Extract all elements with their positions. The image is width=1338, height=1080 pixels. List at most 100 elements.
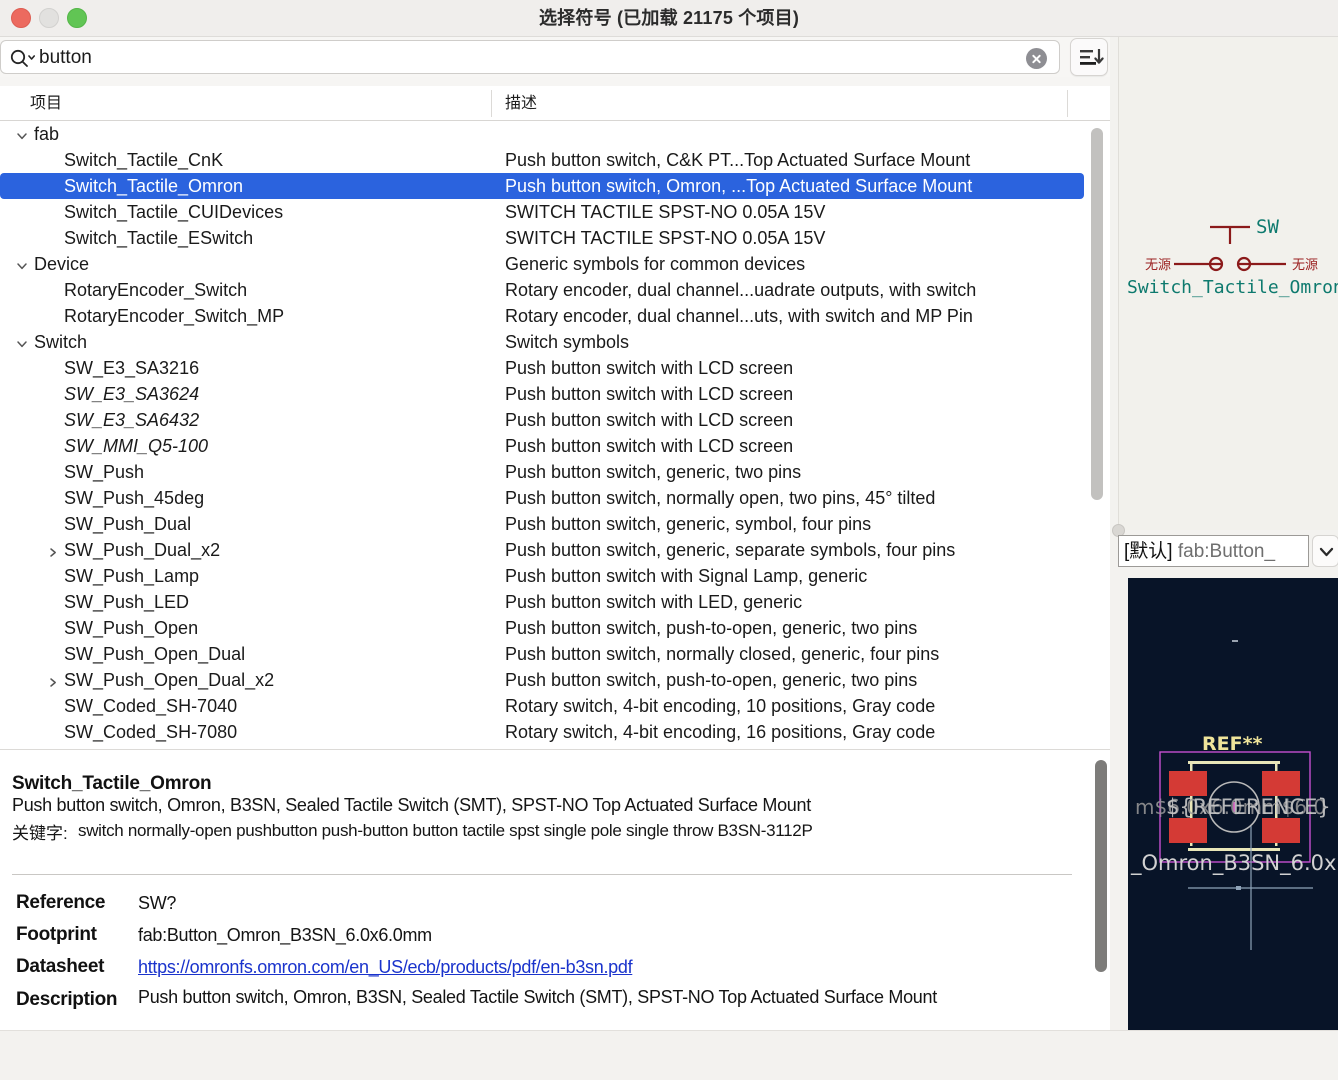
symbol-name: Switch_Tactile_CnK — [64, 150, 224, 170]
table-row[interactable]: SW_E3_SA3216 Push button switch with LCD … — [0, 355, 1084, 381]
detail-field-row: Footprint fab:Button_Omron_B3SN_6.0x6.0mm — [0, 919, 1084, 951]
symbol-name: SW_E3_SA6432 — [64, 410, 200, 430]
sort-descending-icon — [1071, 49, 1109, 81]
footprint-selector-value[interactable]: [默认] fab:Button_ — [1118, 535, 1309, 567]
footprint-selector[interactable]: [默认] fab:Button_ — [1118, 535, 1338, 569]
chevron-right-icon[interactable] — [48, 545, 58, 557]
symbol-description: Switch symbols — [505, 332, 630, 352]
table-row[interactable]: SW_Push_Open_Dual Push button switch, nor… — [0, 641, 1084, 667]
symbol-description: Push button switch, generic, separate sy… — [505, 540, 956, 560]
symbol-description: Rotary encoder, dual channel...uts, with… — [505, 306, 973, 326]
symbol-name: Switch_Tactile_CUIDevices — [64, 202, 284, 222]
detail-title: Switch_Tactile_Omron — [12, 773, 212, 794]
symbol-description: Push button switch, normally closed, gen… — [505, 644, 940, 664]
chevron-down-icon[interactable] — [16, 129, 28, 141]
symbol-description: Push button switch with LCD screen — [505, 384, 794, 404]
detail-field-value: Push button switch, Omron, B3SN, Sealed … — [138, 987, 937, 1007]
search-row: button — [0, 37, 1110, 77]
symbol-description: Push button switch, generic, symbol, fou… — [505, 514, 872, 534]
table-row[interactable]: Switch_Tactile_CUIDevices SWITCH TACTILE … — [0, 199, 1084, 225]
symbol-name: Device — [34, 254, 90, 274]
symbol-details-panel: Switch_Tactile_Omron Push button switch,… — [0, 749, 1110, 1030]
table-row[interactable]: SW_Push_LED Push button switch with LED, … — [0, 589, 1084, 615]
symbol-tree[interactable]: fab Switch_Tactile_CnK Push button switch,… — [0, 121, 1110, 749]
svg-text:_Omron_B3SN_6.0x: _Omron_B3SN_6.0x — [1130, 851, 1336, 876]
detail-field-label: Reference — [16, 892, 106, 913]
column-header-item[interactable]: 项目 — [30, 86, 62, 121]
search-input[interactable]: button — [0, 40, 1060, 74]
chevron-down-icon[interactable] — [16, 337, 28, 349]
symbol-description: Push button switch with LCD screen — [505, 358, 794, 378]
window-title: 选择符号 (已加载 21175 个项目) — [538, 8, 800, 28]
symbol-description: Push button switch with LED, generic — [505, 592, 803, 612]
table-row[interactable]: fab — [0, 121, 1084, 147]
detail-field-row: Description Push button switch, Omron, B3… — [0, 984, 1084, 1016]
table-row[interactable]: Switch_Tactile_Omron Push button switch, … — [0, 173, 1084, 199]
table-row[interactable]: SW_E3_SA3624 Push button switch with LCD … — [0, 381, 1084, 407]
symbol-name: Switch_Tactile_Omron — [64, 176, 244, 196]
footprint-selector-name: fab:Button_ — [1177, 541, 1276, 562]
detail-field-label: Description — [16, 989, 118, 1010]
chevron-right-icon[interactable] — [48, 675, 58, 687]
table-row[interactable]: SW_Push_45deg Push button switch, normall… — [0, 485, 1084, 511]
symbol-description: Push button switch, C&K PT...Top Actuate… — [505, 150, 971, 170]
column-header-description[interactable]: 描述 — [505, 86, 537, 121]
clear-icon[interactable] — [1026, 48, 1047, 69]
table-row[interactable]: SW_Push_Lamp Push button switch with Sign… — [0, 563, 1084, 589]
column-divider[interactable] — [491, 90, 492, 117]
detail-field-row: Datasheet https://omronfs.omron.com/en_US… — [0, 951, 1084, 983]
sort-button[interactable] — [1070, 38, 1108, 76]
search-icon — [9, 48, 35, 68]
table-row[interactable]: SW_Push_Open Push button switch, push-to-… — [0, 615, 1084, 641]
table-row[interactable]: SW_Coded_SH-7040 Rotary switch, 4-bit enc… — [0, 693, 1084, 719]
svg-text:${REFERENCE}: ${REFERENCE} — [1166, 795, 1331, 819]
detail-field-row: Reference SW? — [0, 887, 1084, 919]
svg-text:SW: SW — [1256, 216, 1279, 238]
symbol-description: Rotary switch, 4-bit encoding, 10 positi… — [505, 696, 936, 716]
svg-text:Switch_Tactile_Omron: Switch_Tactile_Omron — [1127, 277, 1338, 298]
tree-scrollbar-thumb[interactable] — [1091, 128, 1103, 500]
table-row[interactable]: RotaryEncoder_Switch_MP Rotary encoder, d… — [0, 303, 1084, 329]
table-row[interactable]: Device Generic symbols for common devices — [0, 251, 1084, 277]
symbol-name: SW_Push_LED — [64, 592, 190, 612]
symbol-name: SW_Coded_SH-7080 — [64, 722, 238, 742]
detail-subtitle: Push button switch, Omron, B3SN, Sealed … — [12, 795, 811, 815]
symbol-name: SW_E3_SA3216 — [64, 358, 200, 378]
column-divider[interactable] — [1067, 90, 1068, 117]
symbol-name: RotaryEncoder_Switch_MP — [64, 306, 285, 326]
symbol-description: Push button switch, Omron, ...Top Actuat… — [505, 176, 973, 196]
footprint-preview[interactable]: REF** m$6.0x6.0mm$6.0 ${REFERENCE} _Omro… — [1128, 578, 1338, 1030]
table-row[interactable]: SW_MMI_Q5-100 Push button switch with LCD… — [0, 433, 1084, 459]
symbol-chooser-dialog: 选择符号 (已加载 21175 个项目) button 项目 描述 fab Sw… — [0, 0, 1338, 1080]
table-row[interactable]: SW_Push_Dual_x2 Push button switch, gener… — [0, 537, 1084, 563]
chevron-down-icon[interactable] — [1312, 535, 1338, 567]
footprint-selector-prefix: [默认] — [1124, 541, 1173, 562]
table-row[interactable]: Switch Switch symbols — [0, 329, 1084, 355]
detail-scrollbar-thumb[interactable] — [1095, 760, 1107, 972]
table-row[interactable]: SW_Push Push button switch, generic, two … — [0, 459, 1084, 485]
symbol-description: Rotary encoder, dual channel...uadrate o… — [505, 280, 977, 300]
symbol-description: Push button switch with LCD screen — [505, 410, 794, 430]
symbol-name: SW_MMI_Q5-100 — [64, 436, 209, 456]
symbol-name: SW_Push_Open_Dual — [64, 644, 246, 664]
table-row[interactable]: Switch_Tactile_ESwitch SWITCH TACTILE SPS… — [0, 225, 1084, 251]
datasheet-link[interactable]: https://omronfs.omron.com/en_US/ecb/prod… — [138, 951, 633, 983]
symbol-description: Push button switch, push-to-open, generi… — [505, 618, 918, 638]
detail-field-value: fab:Button_Omron_B3SN_6.0x6.0mm — [138, 925, 432, 945]
symbol-preview[interactable]: SW 无源 无源 Switch_Tactile_Omron — [1118, 37, 1338, 530]
table-row[interactable]: SW_Push_Open_Dual_x2 Push button switch, … — [0, 667, 1084, 693]
table-row[interactable]: SW_Push_Dual Push button switch, generic,… — [0, 511, 1084, 537]
detail-field-label: Footprint — [16, 924, 97, 945]
symbol-description: Push button switch with LCD screen — [505, 436, 794, 456]
chevron-down-icon[interactable] — [16, 259, 28, 271]
symbol-name: SW_Push_Open — [64, 618, 199, 638]
symbol-name: SW_Push_Lamp — [64, 566, 200, 586]
symbol-name: fab — [34, 124, 60, 144]
symbol-description: Rotary switch, 4-bit encoding, 16 positi… — [505, 722, 936, 742]
svg-text:无源: 无源 — [1145, 258, 1171, 273]
table-row[interactable]: Switch_Tactile_CnK Push button switch, C&… — [0, 147, 1084, 173]
table-row[interactable]: SW_E3_SA6432 Push button switch with LCD … — [0, 407, 1084, 433]
table-row[interactable]: SW_Coded_SH-7080 Rotary switch, 4-bit enc… — [0, 719, 1084, 745]
symbol-name: SW_Push_45deg — [64, 488, 205, 508]
table-row[interactable]: RotaryEncoder_Switch Rotary encoder, dual… — [0, 277, 1084, 303]
